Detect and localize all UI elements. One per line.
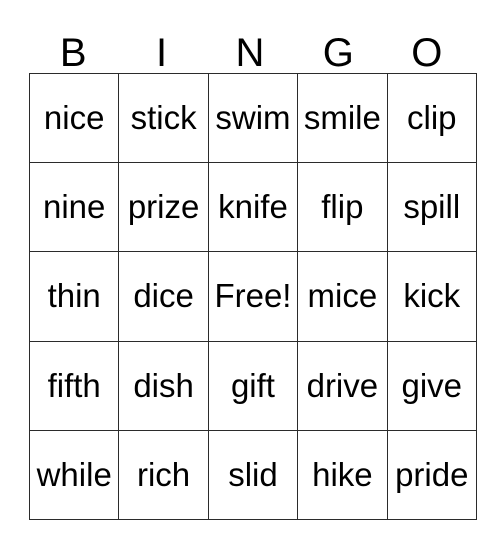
bingo-cell-b5[interactable]: while bbox=[28, 429, 120, 520]
bingo-cell-label: flip bbox=[321, 188, 364, 226]
bingo-cell-i1[interactable]: stick bbox=[118, 72, 209, 164]
bingo-cell-g3[interactable]: mice bbox=[297, 251, 388, 342]
bingo-cell-label: hike bbox=[312, 455, 373, 493]
bingo-cell-label: kick bbox=[403, 277, 461, 315]
bingo-cell-n4[interactable]: gift bbox=[207, 340, 299, 431]
bingo-cell-label: rich bbox=[136, 455, 191, 493]
bingo-cell-o5[interactable]: pride bbox=[386, 429, 477, 520]
bingo-row: while rich slid hike pride bbox=[28, 429, 477, 520]
bingo-cell-o1[interactable]: clip bbox=[386, 72, 477, 164]
bingo-cell-i3[interactable]: dice bbox=[118, 251, 209, 342]
bingo-cell-label: thin bbox=[47, 277, 101, 315]
bingo-header-letter-n: N bbox=[235, 31, 265, 75]
bingo-cell-o4[interactable]: give bbox=[386, 340, 477, 431]
bingo-header-letter-i: I bbox=[156, 31, 168, 75]
bingo-cell-label: gift bbox=[230, 366, 275, 404]
bingo-cell-label: nice bbox=[43, 99, 105, 137]
bingo-cell-i5[interactable]: rich bbox=[118, 429, 209, 520]
bingo-cell-label: stick bbox=[130, 99, 197, 137]
bingo-cell-label: fifth bbox=[47, 366, 101, 404]
bingo-cell-b4[interactable]: fifth bbox=[28, 340, 120, 431]
bingo-cell-label: dice bbox=[133, 277, 194, 315]
bingo-cell-label: mice bbox=[307, 277, 378, 315]
bingo-cell-label: swim bbox=[215, 99, 291, 137]
bingo-cell-label: prize bbox=[127, 188, 200, 226]
bingo-header-letter-g: G bbox=[322, 31, 354, 75]
bingo-cell-g5[interactable]: hike bbox=[297, 429, 388, 520]
bingo-row: nine prize knife flip spill bbox=[28, 162, 477, 253]
bingo-header-letter-o: O bbox=[411, 31, 443, 75]
bingo-grid: nice stick swim smile clip nine prize kn… bbox=[28, 72, 477, 520]
bingo-header-row: B I N G O bbox=[29, 20, 471, 73]
bingo-free-space-label: Free! bbox=[214, 277, 292, 315]
bingo-cell-n5[interactable]: slid bbox=[207, 429, 299, 520]
bingo-cell-o2[interactable]: spill bbox=[386, 162, 477, 253]
bingo-cell-b1[interactable]: nice bbox=[28, 72, 120, 164]
bingo-cell-label: smile bbox=[303, 99, 381, 137]
bingo-cell-label: dish bbox=[133, 366, 194, 404]
bingo-cell-o3[interactable]: kick bbox=[386, 251, 477, 342]
bingo-cell-n1[interactable]: swim bbox=[207, 72, 299, 164]
bingo-cell-label: pride bbox=[395, 455, 469, 493]
bingo-header-letter-b: B bbox=[59, 31, 87, 75]
bingo-card: B I N G O nice stick swim smile clip nin… bbox=[28, 20, 477, 520]
bingo-cell-i4[interactable]: dish bbox=[118, 340, 209, 431]
bingo-cell-label: spill bbox=[403, 188, 461, 226]
bingo-cell-i2[interactable]: prize bbox=[118, 162, 209, 253]
bingo-cell-b3[interactable]: thin bbox=[28, 251, 120, 342]
bingo-cell-g2[interactable]: flip bbox=[297, 162, 388, 253]
bingo-row: fifth dish gift drive give bbox=[28, 340, 477, 431]
bingo-cell-label: clip bbox=[406, 99, 457, 137]
bingo-cell-label: slid bbox=[228, 455, 278, 493]
bingo-cell-g1[interactable]: smile bbox=[297, 72, 388, 164]
bingo-row: nice stick swim smile clip bbox=[28, 72, 477, 164]
bingo-cell-label: knife bbox=[218, 188, 288, 226]
bingo-row: thin dice Free! mice kick bbox=[28, 251, 477, 342]
bingo-cell-free-space[interactable]: Free! bbox=[207, 251, 299, 342]
bingo-cell-g4[interactable]: drive bbox=[297, 340, 388, 431]
bingo-cell-label: give bbox=[401, 366, 463, 404]
bingo-cell-label: nine bbox=[43, 188, 106, 226]
bingo-cell-n2[interactable]: knife bbox=[207, 162, 299, 253]
bingo-cell-label: while bbox=[36, 455, 112, 493]
bingo-cell-label: drive bbox=[306, 366, 379, 404]
bingo-cell-b2[interactable]: nine bbox=[28, 162, 120, 253]
